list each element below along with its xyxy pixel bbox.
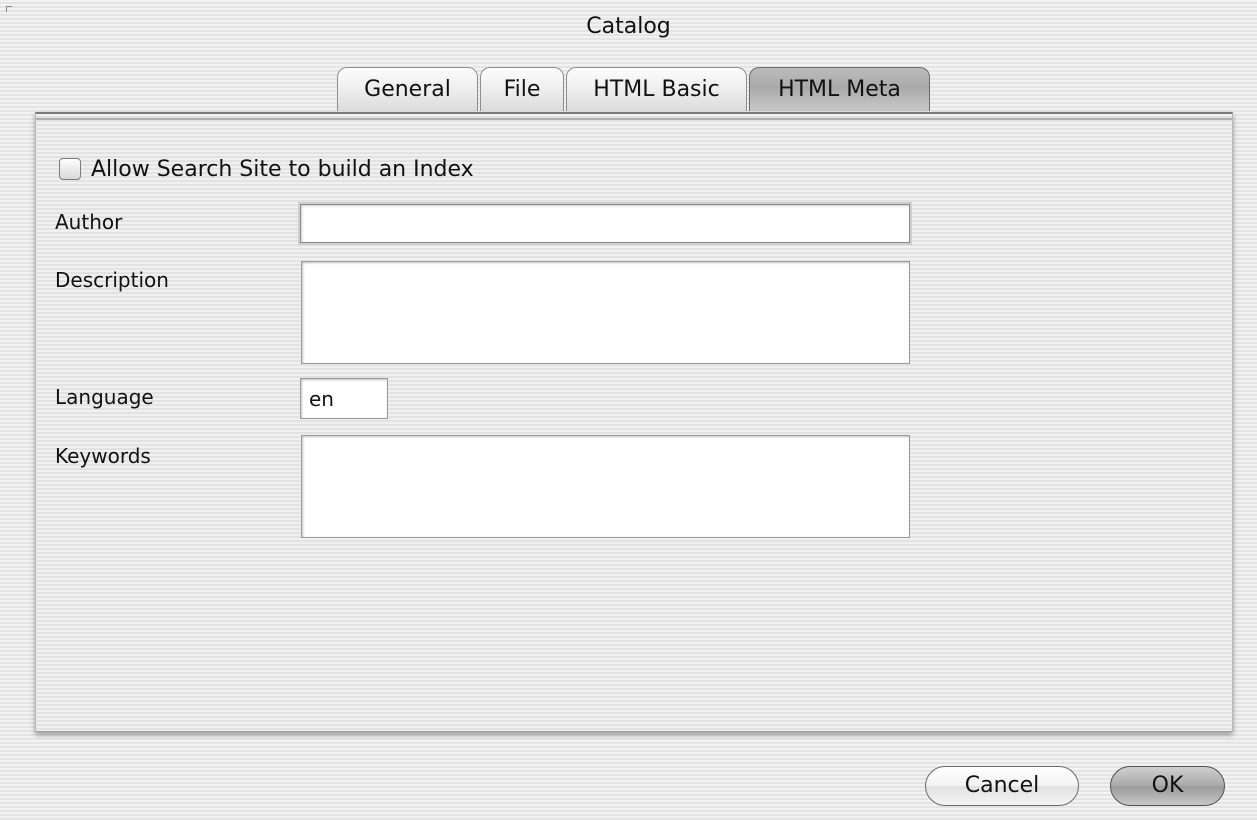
tab-html-meta[interactable]: HTML Meta xyxy=(749,67,930,111)
tab-html-basic[interactable]: HTML Basic xyxy=(566,67,747,111)
tab-file[interactable]: File xyxy=(480,67,564,111)
cancel-button[interactable]: Cancel xyxy=(925,766,1079,806)
keywords-label: Keywords xyxy=(55,444,151,468)
allow-index-label: Allow Search Site to build an Index xyxy=(91,156,474,182)
author-label: Author xyxy=(55,210,123,234)
keywords-field[interactable] xyxy=(301,435,910,538)
tab-general[interactable]: General xyxy=(337,67,478,111)
window-title: Catalog xyxy=(586,14,671,39)
author-field[interactable] xyxy=(300,204,910,243)
description-label: Description xyxy=(55,268,169,292)
window-corner-mark xyxy=(6,6,12,12)
language-label: Language xyxy=(55,385,154,409)
panel-top-divider xyxy=(36,118,1232,120)
allow-index-row[interactable]: Allow Search Site to build an Index xyxy=(59,155,474,183)
description-field[interactable] xyxy=(301,261,910,364)
allow-index-checkbox[interactable] xyxy=(59,158,81,180)
ok-button[interactable]: OK xyxy=(1110,766,1225,806)
language-field[interactable] xyxy=(300,378,388,419)
